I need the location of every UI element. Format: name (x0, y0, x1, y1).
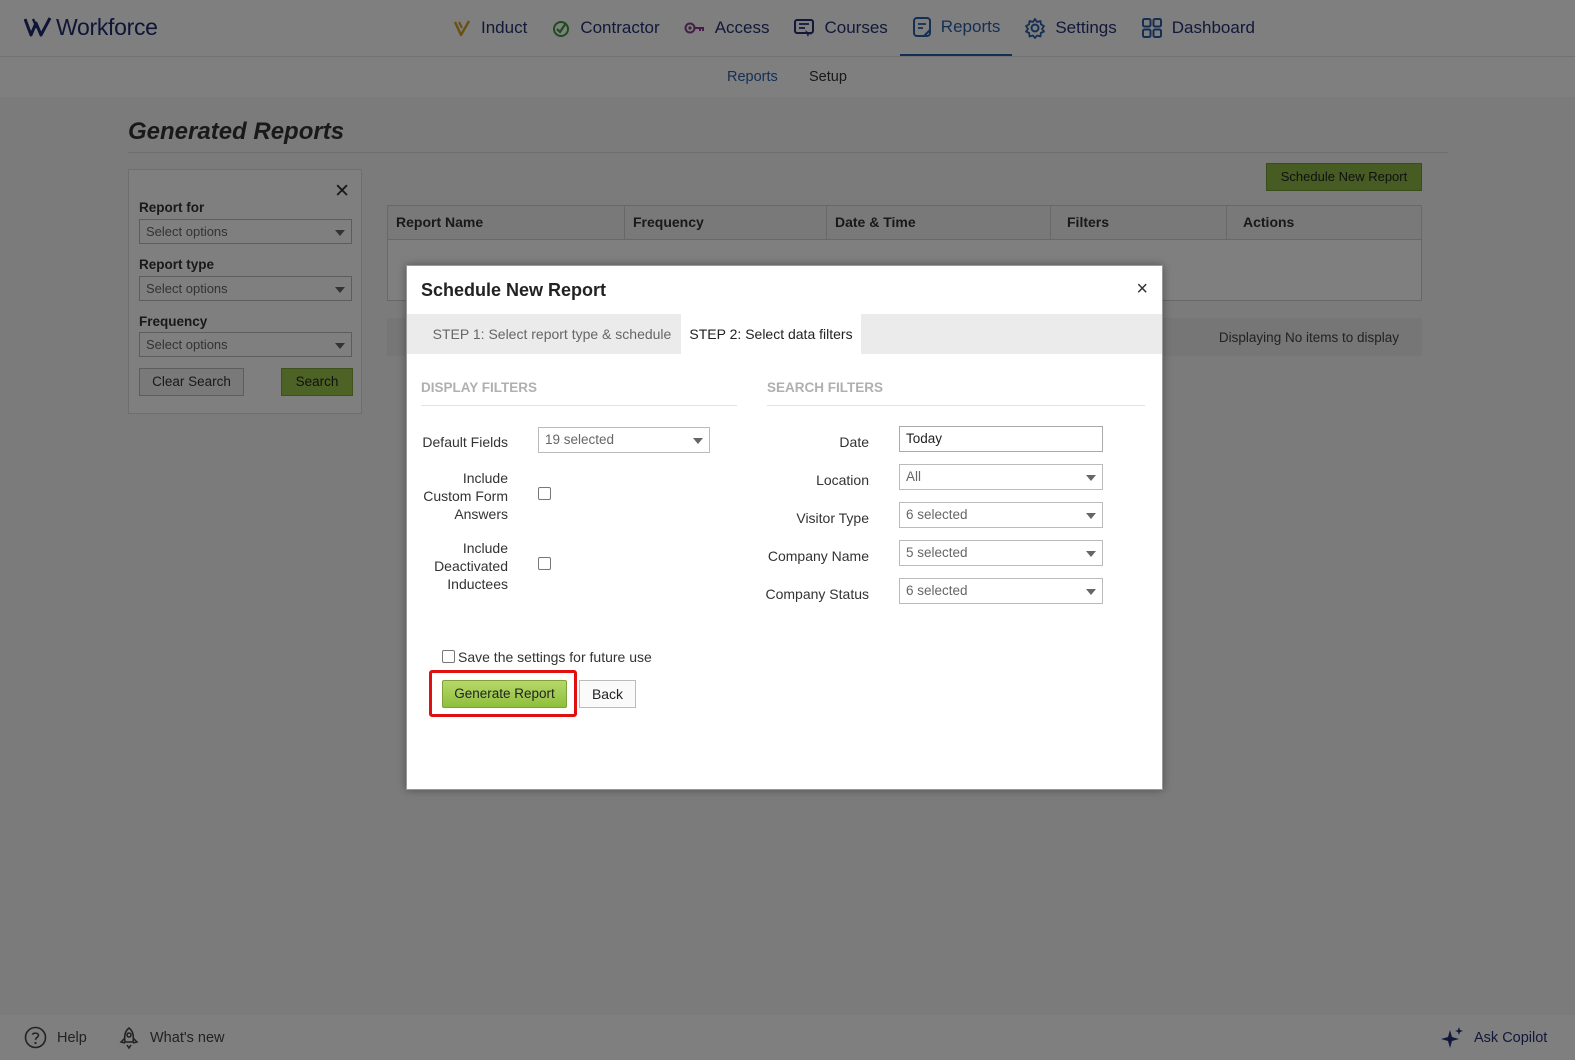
search-filters-heading: SEARCH FILTERS (767, 380, 884, 395)
back-button[interactable]: Back (579, 680, 636, 708)
schedule-report-dialog: Schedule New Report × STEP 1: Select rep… (406, 265, 1163, 790)
save-settings-checkbox[interactable] (442, 650, 455, 663)
location-label: Location (816, 472, 869, 488)
chevron-down-icon (1086, 513, 1096, 519)
location-value: All (906, 469, 922, 484)
date-input[interactable]: Today (899, 426, 1103, 452)
include-deactivated-checkbox[interactable] (538, 557, 551, 570)
save-settings-label[interactable]: Save the settings for future use (458, 649, 652, 665)
include-custom-form-checkbox[interactable] (538, 487, 551, 500)
close-icon[interactable]: × (1136, 278, 1148, 301)
custom-form-label: Include Custom Form Answers (407, 469, 508, 523)
tab-step-1[interactable]: STEP 1: Select report type & schedule (423, 314, 681, 354)
display-filters-heading: DISPLAY FILTERS (421, 380, 538, 395)
company-status-value: 6 selected (906, 583, 968, 598)
default-fields-select[interactable]: 19 selected (538, 427, 710, 453)
deactivated-label-line: Deactivated (434, 558, 508, 574)
dialog-title: Schedule New Report (421, 280, 607, 300)
chevron-down-icon (693, 438, 703, 444)
tab-step-2[interactable]: STEP 2: Select data filters (681, 314, 861, 354)
section-divider (421, 405, 737, 406)
visitor-type-select[interactable]: 6 selected (899, 502, 1103, 528)
deactivated-label-line: Include (462, 540, 508, 556)
generate-report-button[interactable]: Generate Report (442, 680, 567, 708)
company-name-select[interactable]: 5 selected (899, 540, 1103, 566)
visitor-type-value: 6 selected (906, 507, 968, 522)
default-fields-value: 19 selected (545, 432, 615, 447)
section-divider (767, 405, 1145, 406)
deactivated-label: Include Deactivated Inductees (407, 539, 508, 593)
chevron-down-icon (1086, 475, 1096, 481)
custom-form-label-line: Custom Form (423, 488, 508, 504)
visitor-type-label: Visitor Type (796, 510, 869, 526)
chevron-down-icon (1086, 551, 1096, 557)
custom-form-label-line: Include (462, 470, 508, 486)
company-name-value: 5 selected (906, 545, 968, 560)
company-name-label: Company Name (767, 548, 869, 564)
custom-form-label-line: Answers (454, 506, 508, 522)
date-label: Date (839, 434, 869, 450)
deactivated-label-line: Inductees (447, 576, 508, 592)
company-status-select[interactable]: 6 selected (899, 578, 1103, 604)
location-select[interactable]: All (899, 464, 1103, 490)
step-tabs: STEP 1: Select report type & schedule ST… (407, 314, 1162, 354)
company-status-label: Company Status (765, 586, 870, 602)
date-value: Today (906, 431, 943, 446)
chevron-down-icon (1086, 589, 1096, 595)
default-fields-label: Default Fields (422, 434, 508, 450)
